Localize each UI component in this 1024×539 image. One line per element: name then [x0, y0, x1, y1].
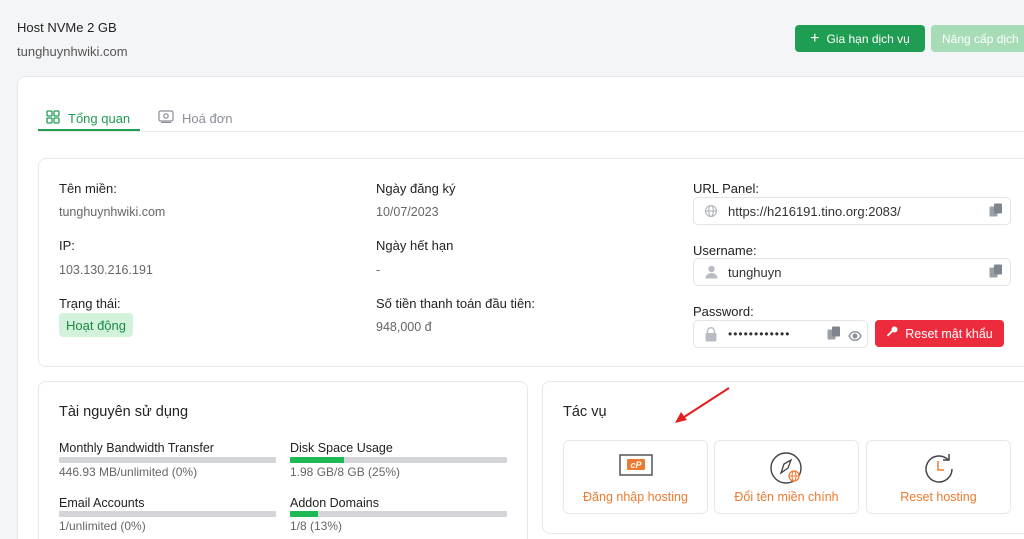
- bandwidth-progress-bar: [59, 457, 276, 463]
- tab-invoice[interactable]: Hoá đơn: [158, 106, 232, 130]
- expiry-date-label: Ngày hết hạn: [376, 238, 454, 253]
- copy-url-icon[interactable]: [989, 203, 1003, 223]
- tab-overview-label: Tổng quan: [68, 110, 131, 126]
- ip-label: IP:: [59, 238, 75, 253]
- username-label: Username:: [693, 243, 757, 258]
- actions-title: Tác vụ: [563, 404, 607, 420]
- url-panel-label: URL Panel:: [693, 181, 759, 196]
- lock-icon: [694, 326, 728, 342]
- page-title: Host NVMe 2 GB: [17, 20, 117, 35]
- change-main-domain-button[interactable]: Đổi tên miền chính: [714, 440, 859, 514]
- ip-value: 103.130.216.191: [59, 263, 153, 277]
- eye-icon[interactable]: [848, 328, 862, 346]
- rocket-globe-icon: [715, 451, 858, 487]
- login-hosting-label: Đăng nhập hosting: [583, 490, 688, 504]
- tab-overview[interactable]: Tổng quan: [46, 106, 130, 130]
- reset-hosting-button[interactable]: Reset hosting: [866, 440, 1011, 514]
- addon-domains-label: Addon Domains: [290, 496, 379, 510]
- user-icon: [694, 265, 728, 279]
- email-accounts-progress-bar: [59, 511, 276, 517]
- addon-domains-progress-bar: [290, 511, 507, 517]
- url-panel-field[interactable]: https://h216191.tino.org:2083/: [693, 197, 1011, 225]
- upgrade-service-button[interactable]: Nâng cấp dịch: [931, 25, 1024, 52]
- resources-title: Tài nguyên sử dụng: [59, 404, 189, 420]
- renew-service-button[interactable]: + Gia hạn dịch vụ: [795, 25, 925, 52]
- addon-domains-progress-fill: [290, 511, 319, 517]
- upgrade-service-label: Nâng cấp dịch: [942, 31, 1019, 46]
- domain-value: tunghuynhwiki.com: [59, 205, 166, 219]
- renew-service-label: Gia hạn dịch vụ: [826, 31, 910, 46]
- tab-invoice-label: Hoá đơn: [182, 110, 233, 126]
- svg-text:cP: cP: [630, 460, 642, 470]
- first-payment-value: 948,000 đ: [376, 320, 432, 334]
- copy-password-icon[interactable]: [827, 326, 841, 346]
- bandwidth-label: Monthly Bandwidth Transfer: [59, 441, 214, 455]
- copy-username-icon[interactable]: [989, 264, 1003, 284]
- reset-hosting-label: Reset hosting: [900, 490, 977, 504]
- email-accounts-label: Email Accounts: [59, 496, 145, 510]
- red-arrow-annotation: [675, 387, 730, 423]
- disk-usage-progress-bar: [290, 457, 507, 463]
- domain-label: Tên miền:: [59, 181, 117, 196]
- invoice-icon: [158, 110, 174, 126]
- username-value: tunghuyn: [728, 264, 782, 280]
- url-panel-value: https://h216191.tino.org:2083/: [728, 203, 901, 219]
- reset-clock-icon: [867, 451, 1010, 487]
- status-badge: Hoạt động: [59, 313, 133, 337]
- password-field[interactable]: ••••••••••••: [693, 320, 868, 348]
- username-field[interactable]: tunghuyn: [693, 258, 1011, 286]
- key-icon: [886, 326, 898, 341]
- change-main-domain-label: Đổi tên miền chính: [734, 490, 839, 504]
- bandwidth-value: 446.93 MB/unlimited (0%): [59, 465, 198, 479]
- tab-divider: [38, 131, 1024, 132]
- reset-password-button[interactable]: Reset mật khẩu: [875, 320, 1004, 347]
- password-label: Password:: [693, 304, 754, 319]
- registration-date-value: 10/07/2023: [376, 205, 439, 219]
- plus-icon: +: [810, 29, 820, 47]
- registration-date-label: Ngày đăng ký: [376, 181, 456, 196]
- cpanel-icon: cP: [564, 451, 707, 477]
- grid-icon: [46, 109, 60, 127]
- email-accounts-value: 1/unlimited (0%): [59, 519, 146, 533]
- disk-usage-value: 1.98 GB/8 GB (25%): [290, 465, 401, 479]
- expiry-date-value: -: [376, 263, 381, 277]
- password-value: ••••••••••••: [728, 327, 791, 341]
- first-payment-label: Số tiền thanh toán đầu tiên:: [376, 296, 536, 311]
- globe-icon: [694, 204, 728, 218]
- reset-password-label: Reset mật khẩu: [905, 326, 993, 341]
- login-hosting-button[interactable]: cP Đăng nhập hosting: [563, 440, 708, 514]
- disk-usage-progress-fill: [290, 457, 345, 463]
- service-domain: tunghuynhwiki.com: [17, 44, 128, 59]
- addon-domains-value: 1/8 (13%): [290, 519, 343, 533]
- disk-usage-label: Disk Space Usage: [290, 441, 393, 455]
- status-label: Trạng thái:: [59, 296, 121, 311]
